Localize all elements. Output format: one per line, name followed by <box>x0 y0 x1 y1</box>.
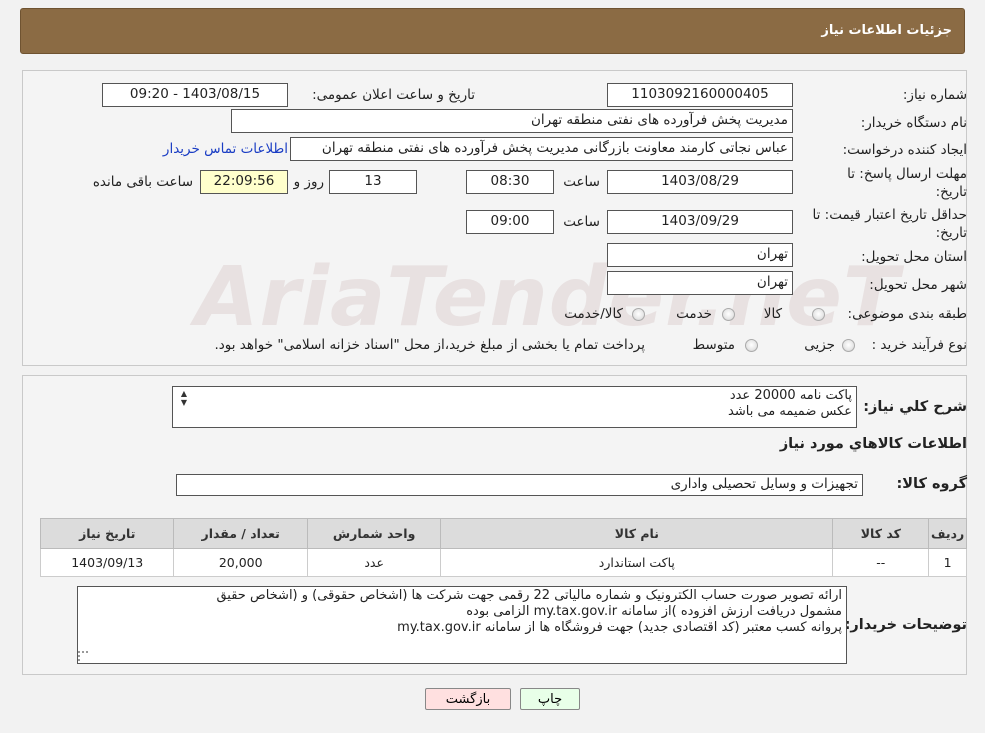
province-label: استان محل تحویل: <box>861 249 967 265</box>
resize-handle-icon[interactable] <box>78 651 88 661</box>
process-medium-radio[interactable] <box>745 339 758 352</box>
page-header: جزئیات اطلاعات نیاز <box>20 8 965 54</box>
category-service-radio[interactable] <box>722 308 735 321</box>
table-row: 1 -- پاکت استاندارد عدد 20,000 1403/09/1… <box>39 548 967 577</box>
category-goods-radio[interactable] <box>812 308 825 321</box>
validity-time-field: 09:00 <box>466 210 554 234</box>
cell-code: -- <box>832 548 930 577</box>
deadline-label: مهلت ارسال پاسخ: تا تاریخ: <box>847 165 967 201</box>
goods-group-field: تجهیزات و وسایل تحصیلی واداری <box>176 474 863 496</box>
print-button[interactable]: چاپ <box>520 688 580 710</box>
process-minor-label: جزیی <box>804 337 835 353</box>
col-date: تاریخ نیاز <box>39 518 175 549</box>
process-label: نوع فرآیند خرید : <box>871 337 967 353</box>
remaining-time-field: 22:09:56 <box>200 170 288 194</box>
col-code: کد کالا <box>832 518 930 549</box>
table-header-row: ردیف کد کالا نام کالا واحد شمارش تعداد /… <box>39 518 967 549</box>
buyer-notes-line-1: ارائه تصویر صورت حساب الکترونیک و شماره … <box>216 588 842 603</box>
category-service-label: خدمت <box>676 306 712 322</box>
province-field: تهران <box>607 243 793 267</box>
description-line-2: عکس ضمیمه می باشد <box>728 404 852 419</box>
validity-label-line2: تاریخ: <box>935 225 967 241</box>
process-minor-radio[interactable] <box>842 339 855 352</box>
buyer-org-field: مدیریت پخش فرآورده های نفتی منطقه تهران <box>231 109 793 133</box>
creator-label: ایجاد کننده درخواست: <box>842 142 967 158</box>
description-scrollbar[interactable]: ▲ ▼ <box>177 389 191 407</box>
col-qty: تعداد / مقدار <box>173 518 308 549</box>
description-line-1: پاکت نامه 20000 عدد <box>729 388 852 403</box>
goods-table: ردیف کد کالا نام کالا واحد شمارش تعداد /… <box>39 518 967 577</box>
description-textarea[interactable]: پاکت نامه 20000 عدد عکس ضمیمه می باشد <box>172 386 857 428</box>
description-label: شرح کلي نیاز: <box>863 399 967 415</box>
deadline-date-field: 1403/08/29 <box>607 170 793 194</box>
deadline-label-line1: مهلت ارسال پاسخ: تا <box>847 166 967 182</box>
deadline-time-label: ساعت <box>563 174 600 190</box>
days-label: روز و <box>293 174 324 190</box>
category-goods-label: کالا <box>763 306 782 322</box>
buyer-notes-line-2: مشمول دریافت ارزش افزوده )از سامانه my.t… <box>466 604 842 619</box>
cell-qty: 20,000 <box>173 548 308 577</box>
need-number-field: 1103092160000405 <box>607 83 793 107</box>
buyer-notes-textarea[interactable]: ارائه تصویر صورت حساب الکترونیک و شماره … <box>77 586 847 664</box>
col-unit: واحد شمارش <box>306 518 442 549</box>
creator-field: عباس نجاتی کارمند معاونت بازرگانی مدیریت… <box>290 137 793 161</box>
validity-label-line1: حداقل تاریخ اعتبار قیمت: تا <box>812 207 967 223</box>
deadline-time-field: 08:30 <box>466 170 554 194</box>
cell-date: 1403/09/13 <box>39 548 175 577</box>
goods-section-title: اطلاعات کالاهاي مورد نیاز <box>779 436 967 452</box>
goods-group-label: گروه کالا: <box>896 476 967 492</box>
col-row: ردیف <box>928 518 967 549</box>
remaining-label: ساعت باقی مانده <box>92 174 193 190</box>
validity-date-field: 1403/09/29 <box>607 210 793 234</box>
category-goods-service-label: کالا/خدمت <box>564 306 623 322</box>
buyer-org-label: نام دستگاه خریدار: <box>860 115 967 131</box>
cell-unit: عدد <box>306 548 442 577</box>
validity-time-label: ساعت <box>563 214 600 230</box>
category-label: طبقه بندی موضوعی: <box>847 306 967 322</box>
announce-field: 1403/08/15 - 09:20 <box>102 83 288 107</box>
buyer-notes-line-3: پروانه کسب معتبر (کد اقتصادی جدید) جهت ف… <box>397 620 842 635</box>
page-title: جزئیات اطلاعات نیاز <box>821 23 952 38</box>
announce-label: تاریخ و ساعت اعلان عمومی: <box>312 87 475 103</box>
buyer-notes-label: توضیحات خریدار: <box>844 617 967 633</box>
process-note: پرداخت تمام یا بخشی از مبلغ خرید،از محل … <box>214 337 645 353</box>
city-field: تهران <box>607 271 793 295</box>
validity-label: حداقل تاریخ اعتبار قیمت: تا تاریخ: <box>813 206 967 242</box>
buyer-contact-link[interactable]: اطلاعات تماس خریدار <box>163 141 288 157</box>
cell-name: پاکت استاندارد <box>440 548 834 577</box>
back-button[interactable]: بازگشت <box>425 688 511 710</box>
category-goods-service-radio[interactable] <box>632 308 645 321</box>
cell-row: 1 <box>928 548 967 577</box>
need-number-label: شماره نیاز: <box>902 87 967 103</box>
city-label: شهر محل تحویل: <box>869 277 967 293</box>
deadline-label-line2: تاریخ: <box>935 184 967 200</box>
days-field: 13 <box>329 170 417 194</box>
col-name: نام کالا <box>440 518 834 549</box>
process-medium-label: متوسط <box>692 337 735 353</box>
